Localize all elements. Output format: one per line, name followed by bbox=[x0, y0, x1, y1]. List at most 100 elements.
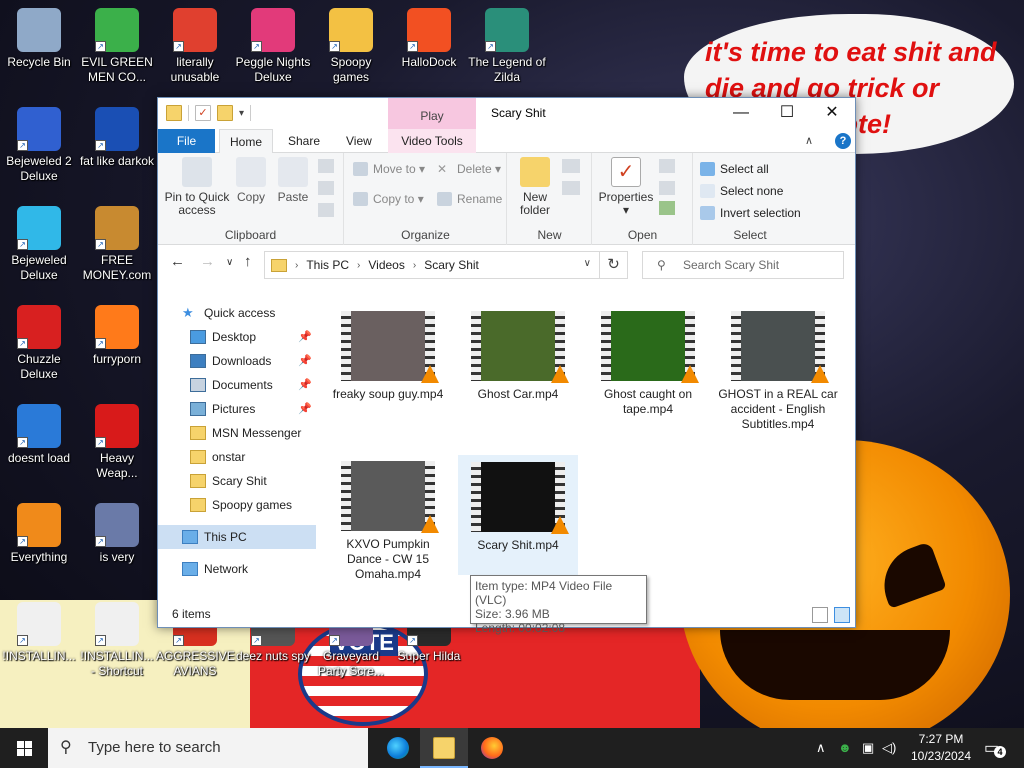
new-item-icon[interactable] bbox=[562, 159, 580, 173]
open-icon[interactable] bbox=[659, 159, 675, 173]
nav-item[interactable]: Scary Shit bbox=[158, 469, 316, 493]
invert-selection-button[interactable]: Invert selection bbox=[700, 203, 801, 223]
properties-button[interactable]: ✓ Properties ▾ bbox=[597, 157, 655, 217]
nav-item[interactable]: Spoopy games bbox=[158, 493, 316, 517]
file-item[interactable]: GHOST in a REAL car accident - English S… bbox=[718, 305, 838, 432]
edit-icon[interactable] bbox=[659, 181, 675, 195]
paste-shortcut-icon[interactable] bbox=[318, 203, 334, 217]
nav-item[interactable]: Downloads 📌 bbox=[158, 349, 316, 373]
desktop-icon-item[interactable]: ↗ Chuzzle Deluxe bbox=[0, 301, 78, 382]
desktop-icon-item[interactable]: ↗ Peggle Nights Deluxe bbox=[234, 4, 312, 85]
select-all-button[interactable]: Select all bbox=[700, 159, 769, 179]
desktop-icon-item[interactable]: ↗ EVIL GREEN MEN CO... bbox=[78, 4, 156, 85]
file-item[interactable]: Scary Shit.mp4 bbox=[458, 455, 578, 575]
tab-file[interactable]: File bbox=[158, 129, 215, 153]
desktop-icon-item[interactable]: ↗ literally unusable bbox=[156, 4, 234, 85]
tab-view[interactable]: View bbox=[336, 129, 382, 153]
notifications-icon[interactable]: ▭ 4 bbox=[984, 738, 1006, 758]
desktop-icon-item[interactable]: ↗ The Legend of Zilda bbox=[468, 4, 546, 85]
paste-button[interactable]: Paste bbox=[276, 157, 310, 204]
recent-locations-chevron-icon[interactable]: ∨ bbox=[226, 257, 233, 268]
volume-icon[interactable]: ◁) bbox=[882, 728, 896, 768]
select-none-button[interactable]: Select none bbox=[700, 181, 783, 201]
delete-button[interactable]: ✕ Delete ▾ bbox=[437, 159, 501, 179]
desktop-icon-item[interactable]: ↗ !INSTALLIN... bbox=[0, 598, 78, 664]
help-icon[interactable]: ? bbox=[835, 133, 851, 149]
new-folder-button[interactable]: New folder bbox=[514, 157, 556, 217]
desktop-icon-item[interactable]: ↗ furryporn bbox=[78, 301, 156, 367]
desktop-icon-item[interactable]: ↗ Heavy Weap... bbox=[78, 400, 156, 481]
file-item[interactable]: KXVO Pumpkin Dance - CW 15 Omaha.mp4 bbox=[328, 455, 448, 582]
pin-icon[interactable]: 📌 bbox=[298, 349, 312, 373]
chevron-up-icon[interactable]: ∧ bbox=[805, 134, 813, 147]
msn-tray-icon[interactable]: ☻ bbox=[838, 728, 852, 768]
maximize-button[interactable]: ☐ bbox=[764, 98, 810, 129]
desktop-icon-label: Heavy Weap... bbox=[96, 451, 138, 480]
desktop-icon-item[interactable]: ↗ fat like darkok bbox=[78, 103, 156, 169]
back-arrow-icon[interactable]: ← bbox=[170, 253, 185, 270]
desktop-icon-item[interactable]: ↗ Bejeweled Deluxe bbox=[0, 202, 78, 283]
pin-icon[interactable]: 📌 bbox=[298, 373, 312, 397]
customize-toolbar-icon[interactable]: ▾ bbox=[239, 108, 244, 119]
taskbar-search-input[interactable]: ⚲ Type here to search bbox=[48, 728, 368, 768]
nav-item[interactable]: Desktop 📌 bbox=[158, 325, 316, 349]
tab-video-tools[interactable]: Video Tools bbox=[388, 129, 476, 153]
taskbar-firefox[interactable] bbox=[468, 728, 516, 768]
minimize-button[interactable]: — bbox=[718, 98, 764, 129]
properties-icon[interactable]: ✓ bbox=[195, 105, 211, 121]
show-hidden-icons-chevron-icon[interactable]: ∧ bbox=[816, 728, 826, 768]
desktop-icon-item[interactable]: Recycle Bin bbox=[0, 4, 78, 70]
copy-button[interactable]: Copy bbox=[234, 157, 268, 204]
refresh-icon[interactable]: ↻ bbox=[600, 251, 628, 279]
history-icon[interactable] bbox=[659, 201, 675, 215]
pin-icon[interactable]: 📌 bbox=[298, 325, 312, 349]
nav-item[interactable]: Pictures 📌 bbox=[158, 397, 316, 421]
taskbar-edge[interactable] bbox=[374, 728, 422, 768]
pin-quick-access-button[interactable]: Pin to Quick access bbox=[164, 157, 230, 217]
tab-share[interactable]: Share bbox=[278, 129, 330, 153]
desktop-icon-item[interactable]: ↗ !INSTALLIN... - Shortcut bbox=[78, 598, 156, 679]
file-item[interactable]: Ghost caught on tape.mp4 bbox=[588, 305, 708, 417]
desktop-icon-item[interactable]: ↗ HalloDock bbox=[390, 4, 468, 70]
desktop-icon-item[interactable]: ↗ is very bbox=[78, 499, 156, 565]
search-input[interactable]: ⚲ Search Scary Shit bbox=[642, 251, 844, 279]
desktop-icon-item[interactable]: ↗ doesnt load bbox=[0, 400, 78, 466]
cut-icon[interactable] bbox=[318, 159, 334, 173]
nav-item[interactable]: onstar bbox=[158, 445, 316, 469]
tab-home[interactable]: Home bbox=[219, 129, 274, 154]
copy-path-icon[interactable] bbox=[318, 181, 334, 195]
close-button[interactable]: ✕ bbox=[809, 98, 855, 129]
clock[interactable]: 7:27 PM 10/23/2024 bbox=[906, 731, 976, 765]
title-bar[interactable]: ✓ ▾ Play Scary Shit — ☐ ✕ bbox=[158, 98, 855, 129]
address-dropdown-chevron-icon[interactable]: ∨ bbox=[584, 258, 591, 269]
forward-arrow-icon[interactable]: → bbox=[200, 253, 215, 270]
nav-item[interactable]: Documents 📌 bbox=[158, 373, 316, 397]
copy-to-button[interactable]: Copy to ▾ bbox=[353, 189, 424, 209]
address-bar[interactable]: › This PC › Videos › Scary Shit ∨ bbox=[264, 251, 600, 279]
file-item[interactable]: freaky soup guy.mp4 bbox=[328, 305, 448, 402]
details-view-icon[interactable] bbox=[812, 607, 828, 623]
file-item[interactable]: Ghost Car.mp4 bbox=[458, 305, 578, 402]
up-arrow-icon[interactable]: ↑ bbox=[244, 253, 252, 270]
nav-network[interactable]: Network bbox=[158, 557, 316, 581]
breadcrumb-this-pc[interactable]: This PC bbox=[306, 258, 349, 272]
desktop-icon-item[interactable]: ↗ FREE MONEY.com bbox=[78, 202, 156, 283]
file-explorer-window[interactable]: ✓ ▾ Play Scary Shit — ☐ ✕ File Home Shar… bbox=[157, 97, 856, 628]
desktop-icon-item[interactable]: ↗ Spoopy games bbox=[312, 4, 390, 85]
move-to-button[interactable]: Move to ▾ bbox=[353, 159, 425, 179]
breadcrumb-scary-shit[interactable]: Scary Shit bbox=[424, 258, 479, 272]
taskbar-file-explorer[interactable] bbox=[420, 728, 468, 768]
nav-quick-access[interactable]: ★ Quick access bbox=[158, 301, 316, 325]
pin-icon[interactable]: 📌 bbox=[298, 397, 312, 421]
breadcrumb-videos[interactable]: Videos bbox=[368, 258, 404, 272]
new-folder-icon[interactable] bbox=[217, 105, 233, 121]
network-tray-icon[interactable]: ▣ bbox=[862, 728, 874, 768]
desktop-icon-item[interactable]: ↗ Bejeweled 2 Deluxe bbox=[0, 103, 78, 184]
nav-item[interactable]: MSN Messenger bbox=[158, 421, 316, 445]
desktop-icon-item[interactable]: ↗ Everything bbox=[0, 499, 78, 565]
large-icons-view-icon[interactable] bbox=[834, 607, 850, 623]
easy-access-icon[interactable] bbox=[562, 181, 580, 195]
nav-this-pc[interactable]: This PC bbox=[158, 525, 316, 549]
rename-button[interactable]: Rename bbox=[437, 189, 502, 209]
start-button[interactable] bbox=[0, 728, 48, 768]
